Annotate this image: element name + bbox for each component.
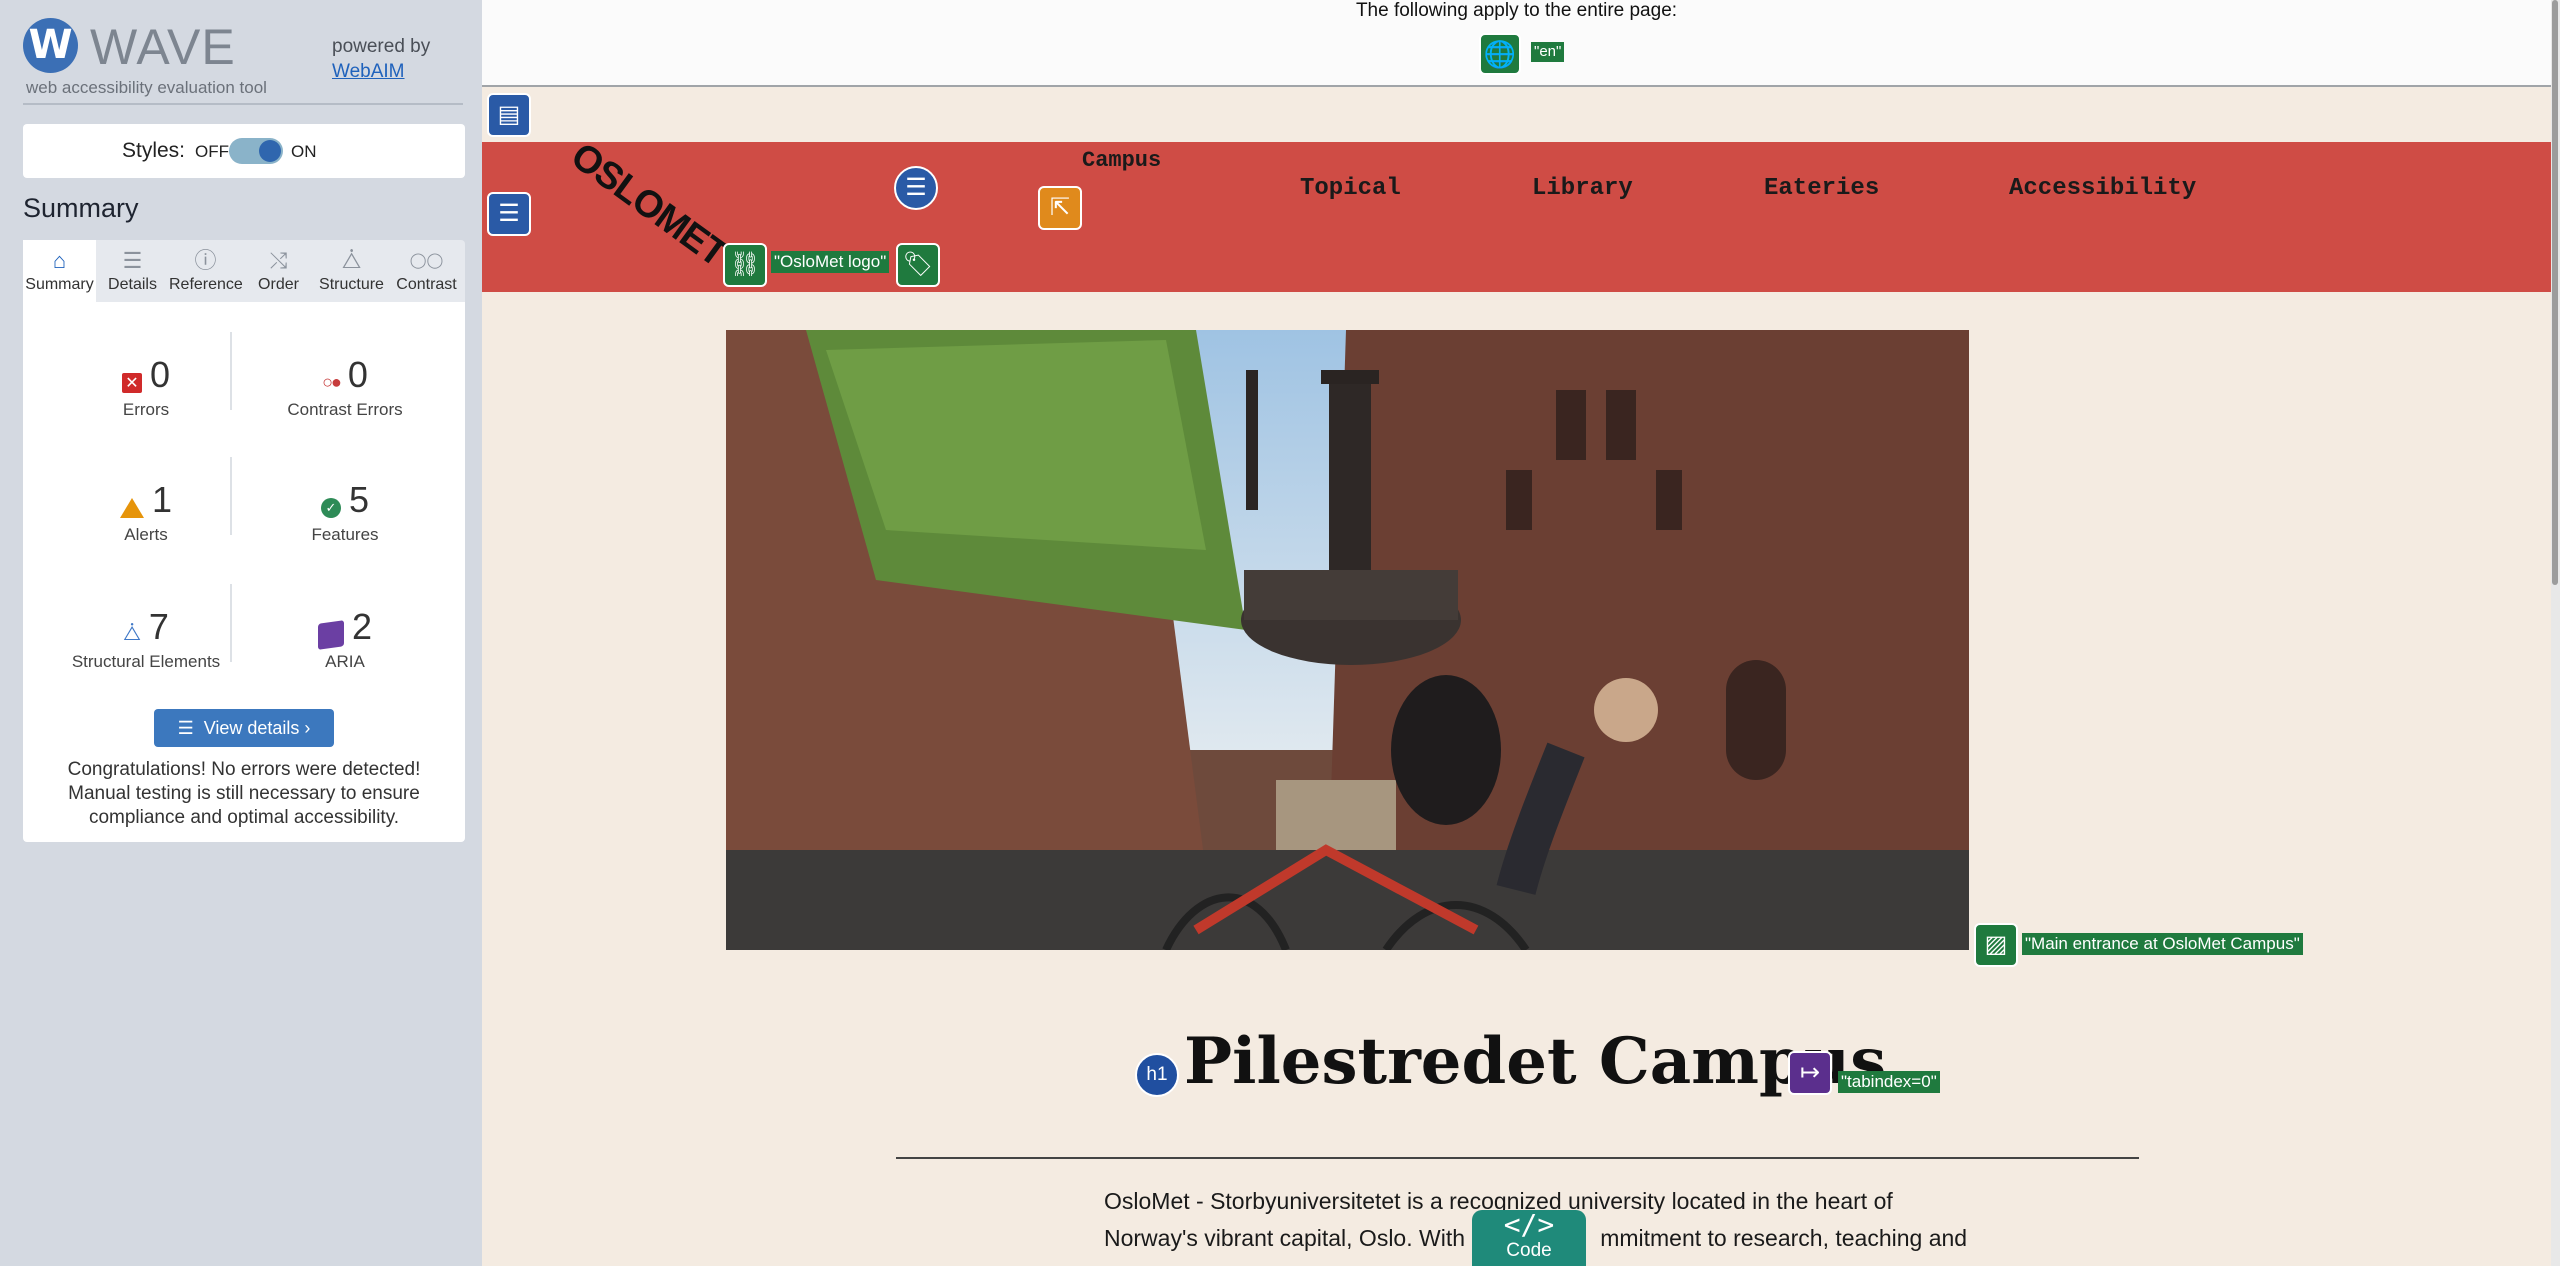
features-label: Features (311, 525, 379, 544)
tabindex-icon[interactable]: ↦ (1788, 1051, 1832, 1095)
toggle-knob (259, 140, 281, 162)
navigation-icon[interactable]: ☰ (894, 166, 938, 210)
code-toggle-button[interactable]: </> Code (1472, 1210, 1586, 1266)
stat-divider (230, 584, 232, 662)
page-wide-text: The following apply to the entire page: (1355, 0, 1678, 21)
styles-off-label: OFF (195, 142, 229, 161)
styles-on-label: ON (291, 142, 317, 161)
aria-region-icon[interactable]: ▤ (487, 93, 531, 137)
webaim-link[interactable]: WebAIM (332, 61, 405, 83)
contrast-error-icon: ○● (322, 372, 342, 393)
alerts-label: Alerts (124, 525, 168, 544)
view-details-button[interactable]: ☰ View details › (154, 709, 334, 747)
code-label: Code (1506, 1240, 1552, 1261)
tab-label: Structure (319, 276, 384, 293)
tab-reference[interactable]: ⓘ Reference (169, 240, 243, 302)
aria-landmark-icon[interactable]: ☰ (487, 192, 531, 236)
wave-logo-icon[interactable]: W (23, 18, 78, 73)
stat-contrast-errors: ○● 0 Contrast Errors (245, 354, 445, 420)
structural-count: 7 (148, 606, 169, 647)
redundant-link-alert-icon[interactable]: ⇱ (1038, 186, 1082, 230)
sidebar-divider (23, 103, 463, 105)
feature-icon: ✓ (320, 497, 341, 518)
aria-count: 2 (351, 606, 373, 647)
stat-errors: ✕ 0 Errors (46, 354, 246, 420)
tab-label: Details (108, 276, 157, 293)
list-icon: ☰ (122, 248, 143, 273)
powered-by-text: powered by (332, 36, 431, 57)
nav-link-library[interactable]: Library (1532, 175, 1633, 202)
language-globe-icon[interactable]: 🌐 (1479, 33, 1521, 75)
structure-icon: ⧊ (341, 248, 362, 273)
heading-divider (896, 1157, 2139, 1159)
order-icon: ⤭ (269, 248, 288, 273)
logo-alt-tag: "OsloMet logo" (771, 251, 890, 273)
nav-link-topical[interactable]: Topical (1300, 175, 1401, 202)
h1-badge-icon[interactable]: h1 (1135, 1053, 1179, 1097)
tab-label: Reference (169, 276, 243, 293)
contrast-icon: ◯◯ (409, 252, 444, 269)
stat-aria: 2 ARIA (245, 606, 445, 672)
alt-text-tag-icon[interactable]: 🏷 (896, 243, 940, 287)
congrats-message: Congratulations! No errors were detected… (67, 759, 421, 828)
code-icon: </> (1503, 1208, 1555, 1241)
error-icon: ✕ (121, 372, 142, 393)
page-wide-bar: The following apply to the entire page: … (482, 0, 2551, 87)
contrast-errors-label: Contrast Errors (287, 400, 403, 419)
tab-summary[interactable]: ⌂ Summary (23, 240, 96, 304)
errors-label: Errors (122, 400, 170, 419)
tab-contrast[interactable]: ◯◯ Contrast (388, 240, 465, 302)
info-icon: ⓘ (194, 248, 217, 273)
tab-label: Order (258, 276, 299, 293)
structural-label: Structural Elements (71, 652, 221, 671)
contrast-errors-count: 0 (347, 354, 368, 395)
stat-divider (230, 332, 232, 410)
styles-toggle-box: Styles: OFF ON (23, 124, 465, 178)
tab-order[interactable]: ⤭ Order (242, 240, 315, 302)
aria-icon (317, 619, 344, 650)
wave-logo-text: WAVE (90, 19, 236, 75)
campus-entrance-image (726, 330, 1969, 950)
nav-link-campus[interactable]: Campus (1082, 148, 1161, 173)
wave-sidebar: W WAVE web accessibility evaluation tool… (0, 0, 482, 1266)
nav-link-accessibility[interactable]: Accessibility (2009, 175, 2196, 202)
alert-icon (119, 497, 144, 518)
stat-divider (230, 457, 232, 535)
paragraph-line: mmitment to research, teaching and (1600, 1225, 1968, 1251)
features-count: 5 (348, 479, 370, 520)
structure-icon: ⧊ (123, 623, 141, 646)
wave-tagline: web accessibility evaluation tool (26, 78, 267, 97)
linked-image-icon[interactable]: ⛓ (723, 243, 767, 287)
image-alt-icon[interactable]: ▨ (1974, 923, 2018, 967)
stat-alerts: 1 Alerts (46, 479, 246, 545)
scrollbar-thumb[interactable] (2552, 0, 2558, 585)
tab-label: Summary (25, 276, 94, 293)
stat-features: ✓ 5 Features (245, 479, 445, 545)
alerts-count: 1 (151, 479, 173, 520)
summary-heading: Summary (23, 193, 139, 223)
styles-label: Styles: (122, 139, 186, 162)
image-alt-tag: "Main entrance at OsloMet Campus" (2022, 933, 2303, 955)
tab-label: Contrast (396, 276, 457, 293)
tab-details[interactable]: ☰ Details (96, 240, 169, 302)
nav-link-eateries[interactable]: Eateries (1764, 175, 1879, 202)
hero-photo (726, 330, 1969, 950)
list-icon: ☰ (177, 718, 194, 738)
home-icon: ⌂ (52, 248, 67, 273)
tab-structure[interactable]: ⧊ Structure (315, 240, 388, 302)
stat-structural: ⧊ 7 Structural Elements (46, 606, 246, 672)
errors-count: 0 (149, 354, 171, 395)
tabindex-tag: "tabindex=0" (1838, 1071, 1940, 1093)
aria-label: ARIA (325, 652, 365, 671)
panel-tabs: ⌂ Summary ☰ Details ⓘ Reference ⤭ Order … (23, 240, 465, 304)
language-tag: "en" (1531, 42, 1565, 62)
styles-toggle-switch[interactable] (229, 138, 283, 164)
page-heading: Pilestredet Campus (1184, 1024, 1887, 1099)
view-details-label: View details › (203, 718, 311, 738)
paragraph-line: Norway's vibrant capital, Oslo. With a (1104, 1225, 1485, 1251)
